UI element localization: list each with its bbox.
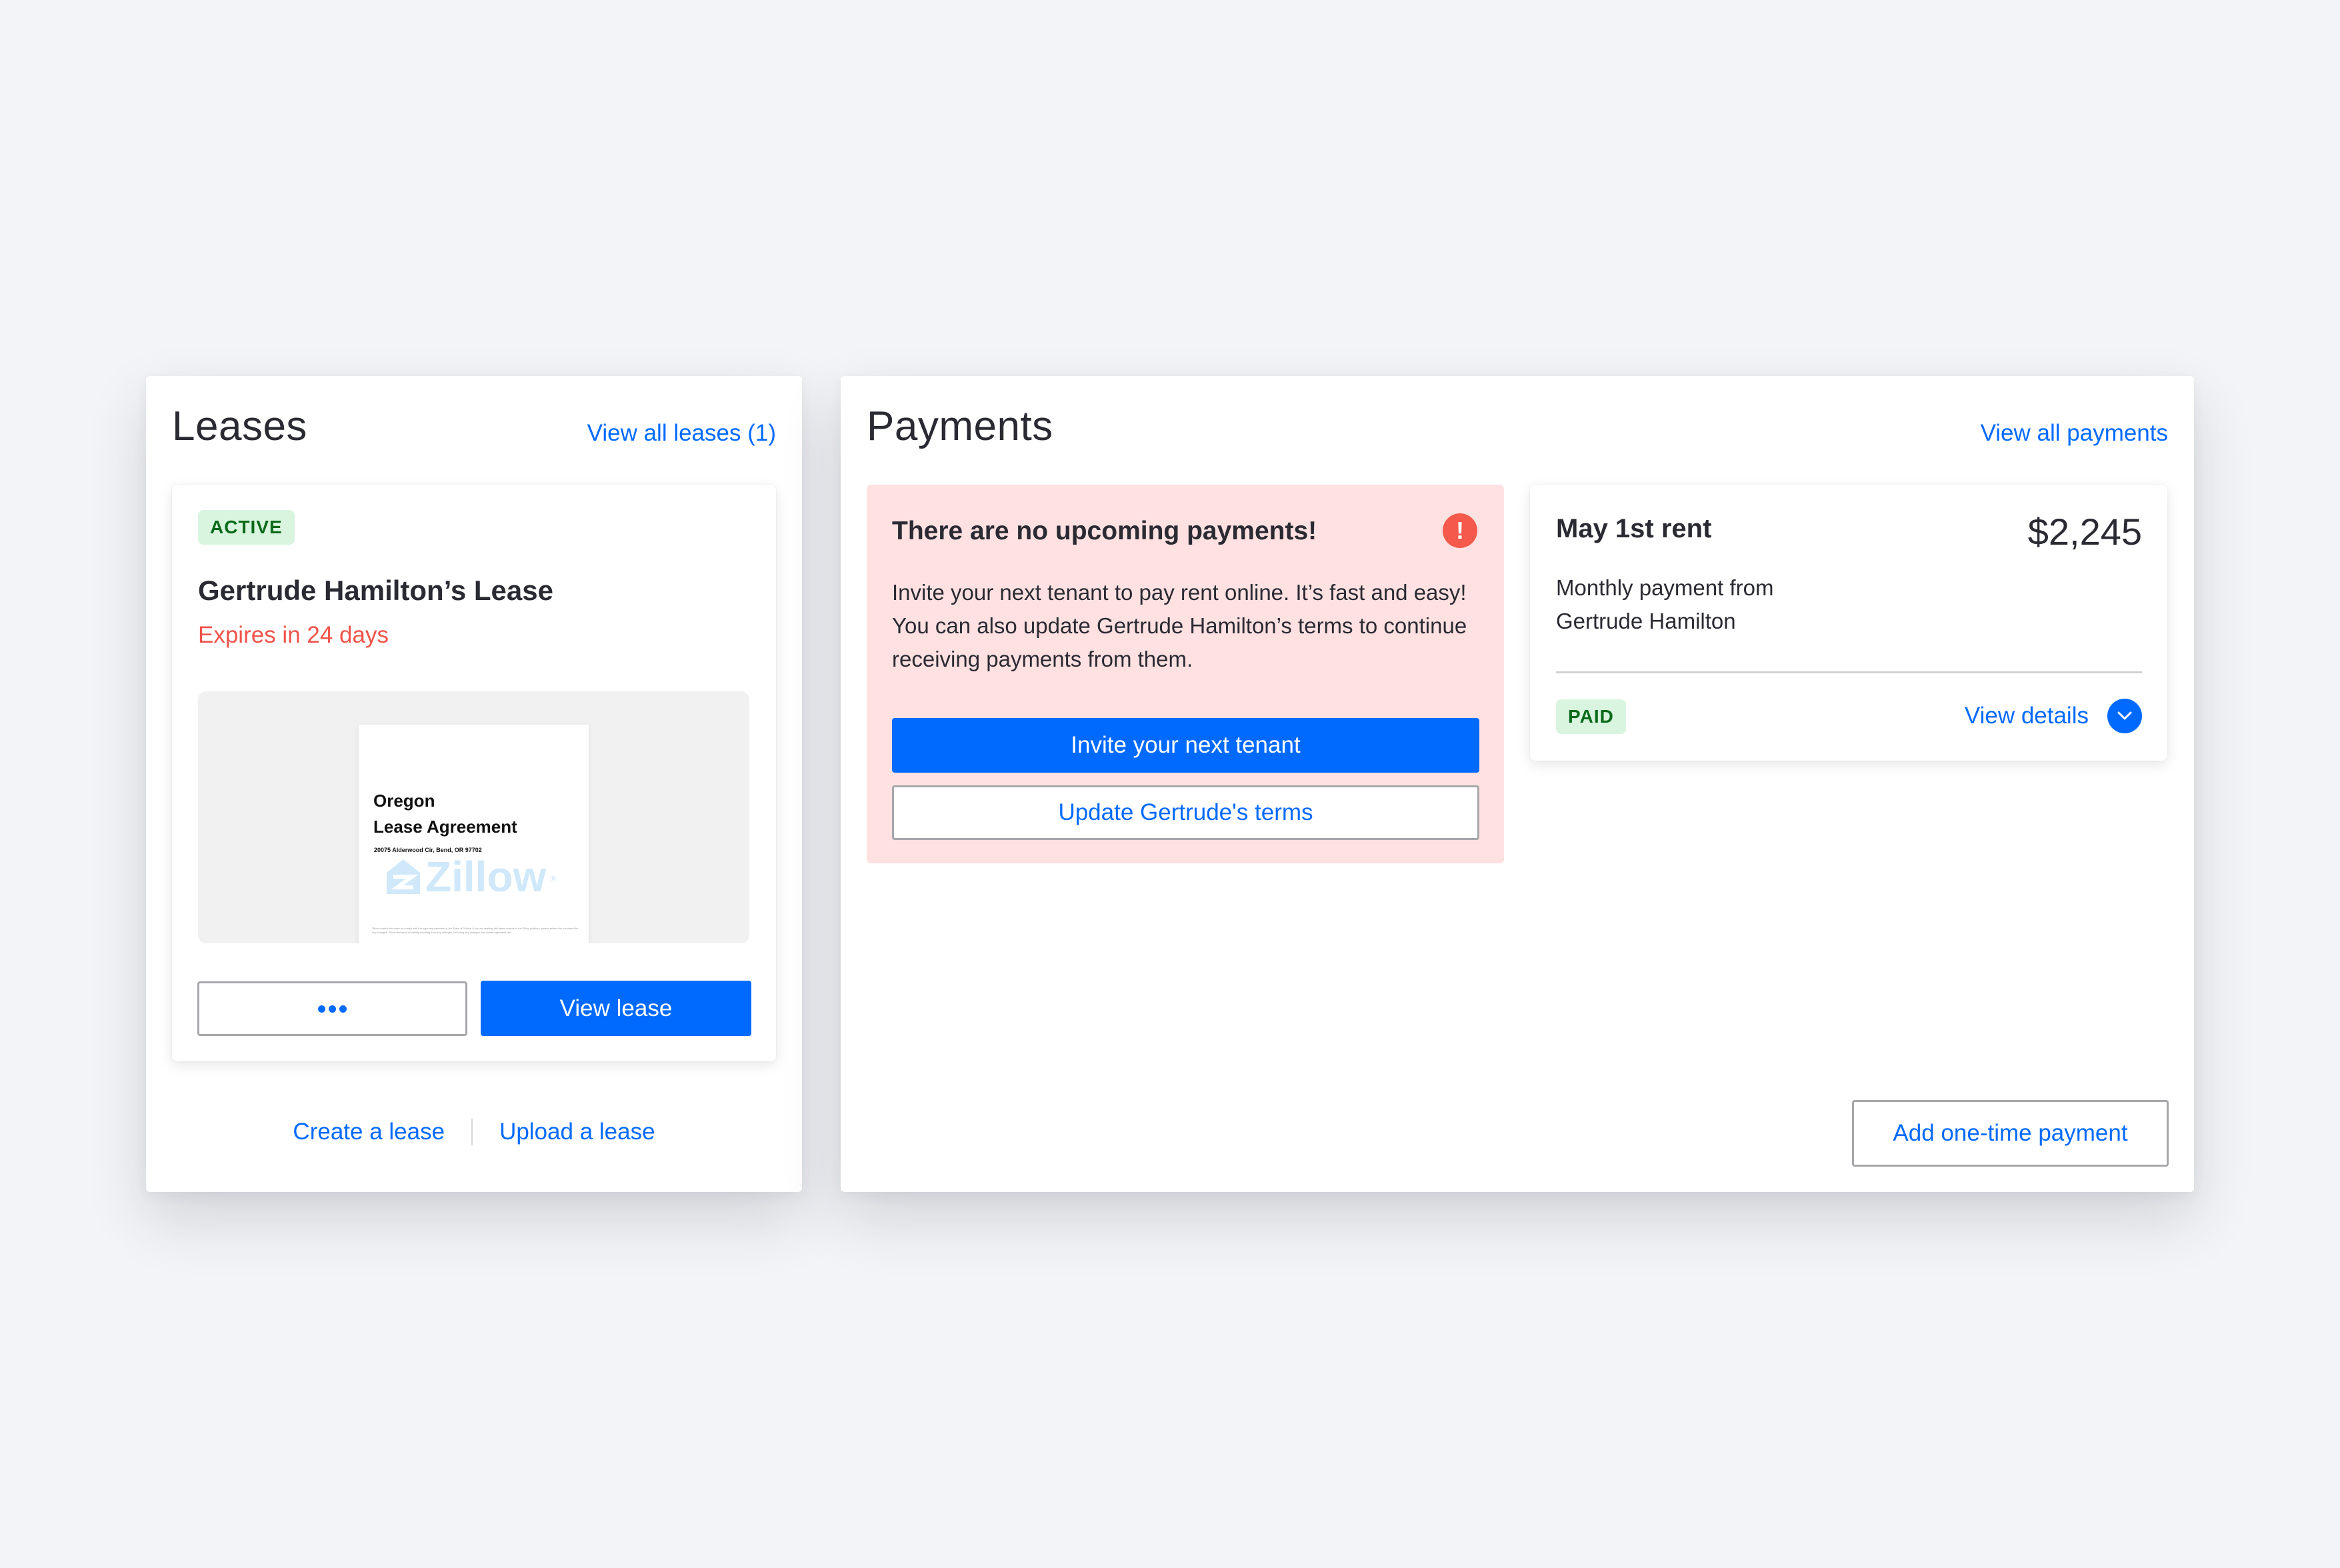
- lease-document-page: Oregon Lease Agreement 20075 Alderwood C…: [359, 725, 589, 943]
- lease-status-badge: ACTIVE: [198, 510, 295, 545]
- payments-title: Payments: [867, 403, 1053, 449]
- exclamation-icon: !: [1443, 513, 1477, 548]
- rent-description: Monthly payment from Gertrude Hamilton: [1556, 571, 1889, 638]
- leases-panel: Leases View all leases (1) ACTIVE Gertru…: [146, 376, 802, 1192]
- document-title-line1: Oregon: [373, 791, 435, 811]
- update-terms-button[interactable]: Update Gertrude's terms: [892, 785, 1479, 840]
- more-options-button[interactable]: [197, 981, 467, 1036]
- alert-body: Invite your next tenant to pay rent onli…: [892, 580, 1467, 671]
- upload-lease-link[interactable]: Upload a lease: [499, 1119, 655, 1145]
- view-details-link[interactable]: View details: [1965, 703, 2089, 729]
- alert-title: There are no upcoming payments!: [892, 517, 1317, 545]
- zillow-wordmark: Zillow: [425, 853, 547, 901]
- divider: [1556, 671, 2142, 673]
- payment-status-badge: PAID: [1556, 699, 1626, 734]
- lease-actions: Create a lease Upload a lease: [146, 1119, 802, 1145]
- view-all-payments-link[interactable]: View all payments: [1981, 420, 2168, 447]
- zillow-watermark: Zillow ®: [385, 855, 556, 899]
- view-details-toggle[interactable]: View details: [1965, 699, 2142, 733]
- payments-panel: Payments View all payments There are no …: [841, 376, 2194, 1192]
- lease-card: ACTIVE Gertrude Hamilton’s Lease Expires…: [172, 485, 776, 1061]
- rent-payment-card: May 1st rent $2,245 Monthly payment from…: [1530, 485, 2167, 761]
- rent-payer-name: Gertrude Hamilton: [1556, 609, 1736, 633]
- rent-description-line1: Monthly payment from: [1556, 575, 1774, 600]
- create-lease-link[interactable]: Create a lease: [293, 1119, 445, 1145]
- chevron-down-icon[interactable]: [2107, 699, 2142, 733]
- invite-tenant-button[interactable]: Invite your next tenant: [892, 718, 1479, 773]
- rent-title: May 1st rent: [1556, 514, 1712, 543]
- rent-amount: $2,245: [2027, 511, 2142, 553]
- lease-expiry-text: Expires in 24 days: [198, 622, 389, 648]
- view-all-leases-link[interactable]: View all leases (1): [587, 420, 776, 447]
- lease-document-preview[interactable]: Oregon Lease Agreement 20075 Alderwood C…: [198, 691, 749, 943]
- zillow-logo-icon: [387, 859, 420, 894]
- link-divider: [471, 1119, 473, 1145]
- document-title-line2: Lease Agreement: [373, 817, 517, 837]
- no-upcoming-payments-alert: There are no upcoming payments! ! Invite…: [867, 485, 1504, 863]
- document-title: Oregon Lease Agreement: [373, 788, 517, 840]
- leases-title: Leases: [172, 403, 307, 449]
- add-one-time-payment-button[interactable]: Add one-time payment: [1852, 1100, 2169, 1167]
- registered-mark: ®: [550, 874, 557, 883]
- document-fineprint: Zillow drafted this lease to comply with…: [372, 927, 579, 934]
- lease-name: Gertrude Hamilton’s Lease: [198, 575, 553, 606]
- view-lease-button[interactable]: View lease: [481, 981, 751, 1036]
- more-dots-icon: [318, 1005, 347, 1013]
